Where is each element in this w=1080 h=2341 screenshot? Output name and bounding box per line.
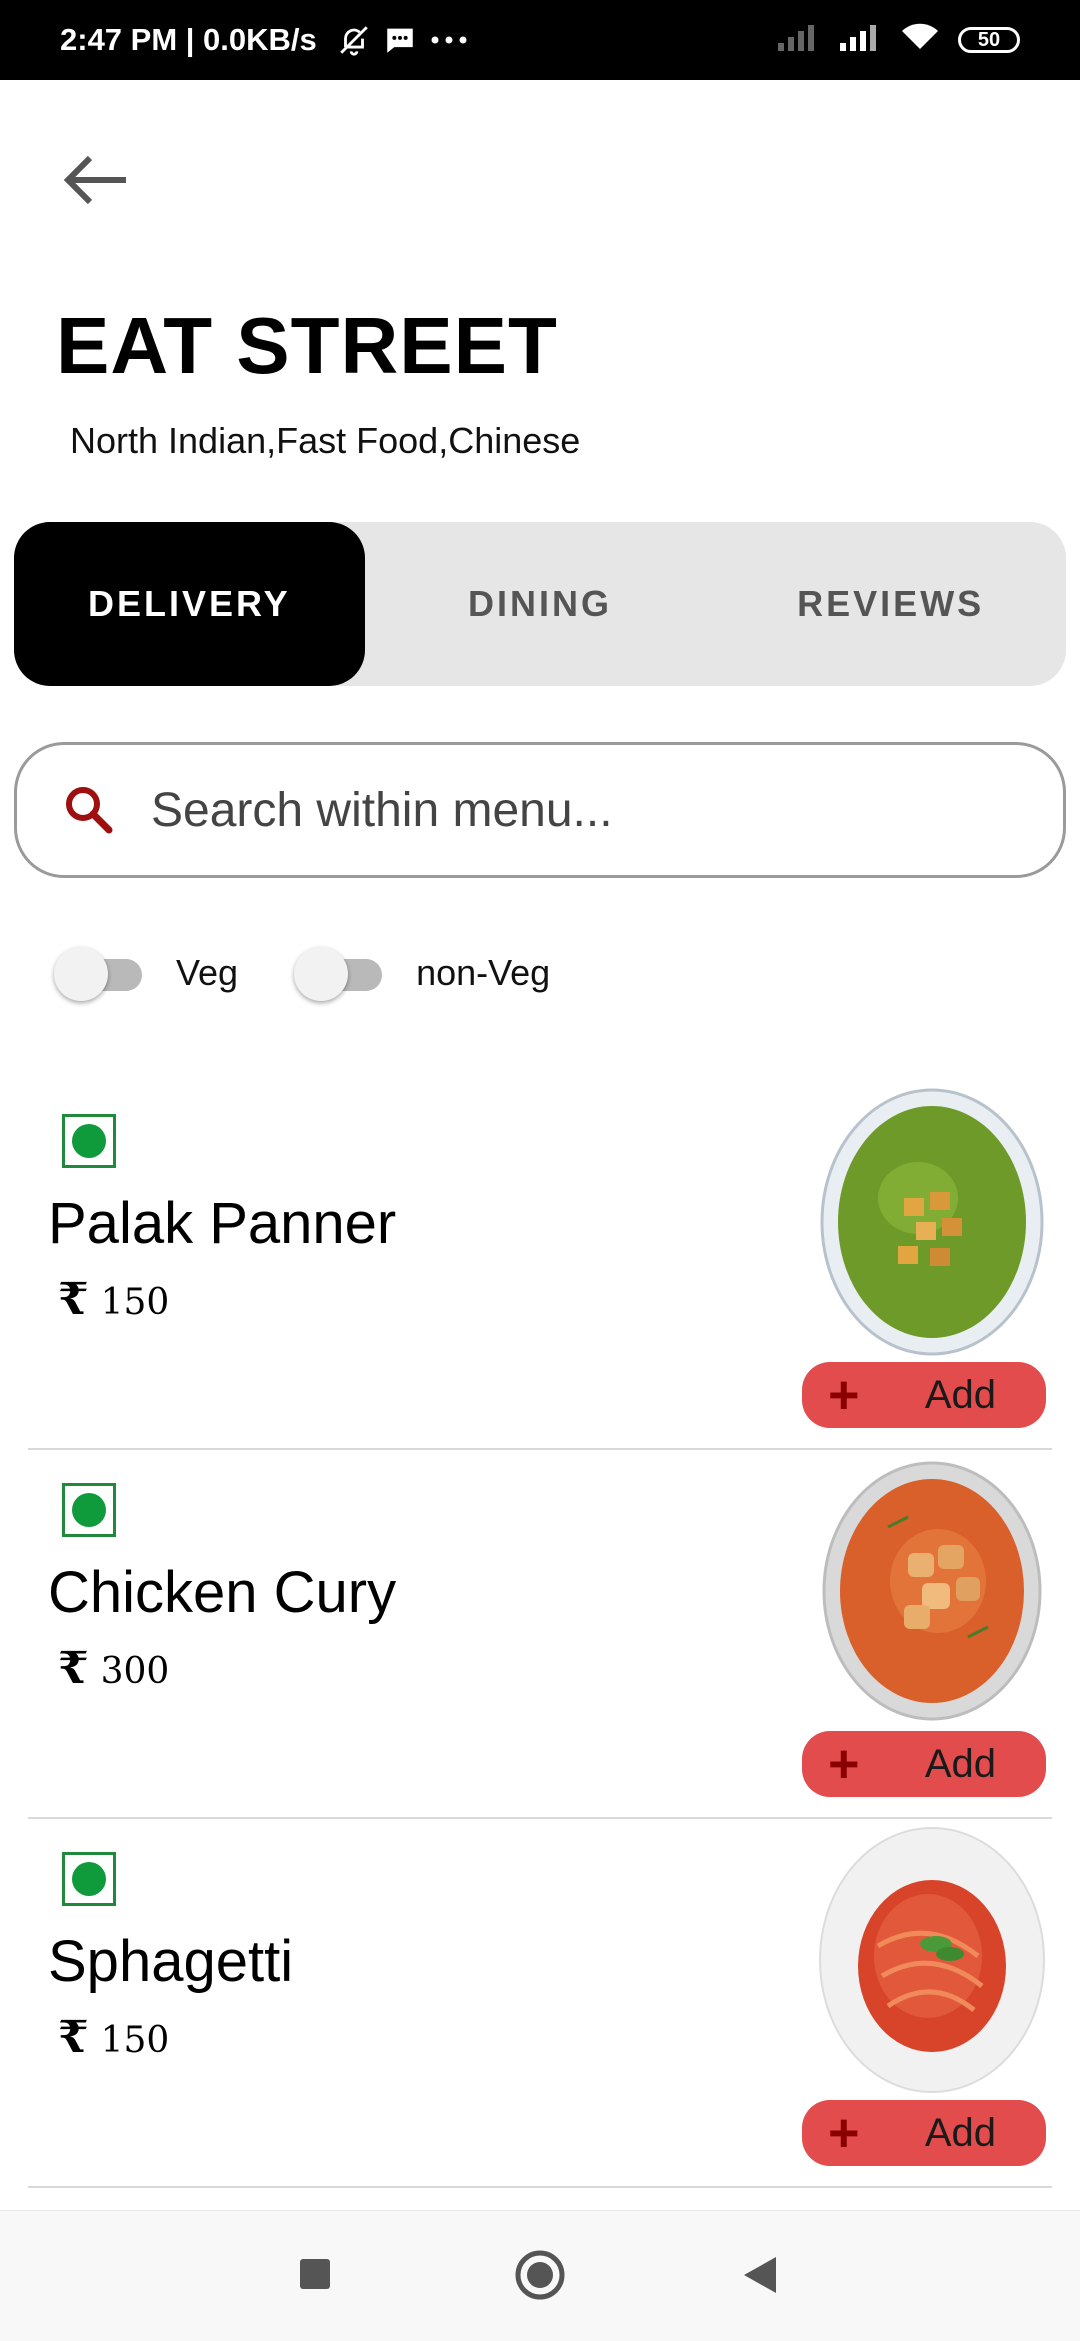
wifi-icon [900,21,940,59]
palak-paneer-image [820,1088,1044,1356]
plus-icon: + [828,2103,860,2163]
menu-item: Palak Panner ₹150 + Add [0,1088,1080,1482]
item-name: Palak Panner [48,1191,397,1256]
tab-dining[interactable]: DINING [365,522,716,686]
veg-indicator-icon [62,1852,116,1906]
add-button[interactable]: + Add [802,1731,1046,1797]
battery-level: 50 [977,28,1001,51]
add-button[interactable]: + Add [802,1362,1046,1428]
veg-label: Veg [176,952,239,993]
add-button-label: Add [924,2110,996,2155]
diet-filters: Veg non-Veg [54,945,606,1001]
arrow-left-icon [63,155,126,205]
signal-icon [838,21,882,59]
add-button-label: Add [924,1741,996,1786]
veg-toggle[interactable] [54,945,144,1001]
tab-delivery[interactable]: DELIVERY [14,522,365,686]
item-price-value: 300 [100,1651,170,1692]
non-veg-label: non-Veg [416,952,551,993]
divider [28,1817,1052,1819]
status-time: 2:47 PM | 0.0KB/s [60,22,317,57]
veg-filter: Veg [54,945,238,1001]
add-button-label: Add [924,1372,996,1417]
item-price-value: 150 [100,1282,170,1323]
veg-indicator-icon [62,1483,116,1537]
rupee-symbol: ₹ [58,1274,89,1325]
recents-square-icon[interactable] [298,2257,332,2296]
non-veg-toggle[interactable] [294,945,384,1001]
item-price-value: 150 [100,2020,170,2061]
veg-indicator-icon [62,1114,116,1168]
battery-icon: 50 [958,27,1020,53]
chicken-curry-image [822,1461,1042,1721]
spaghetti-image [819,1827,1045,2093]
rupee-symbol: ₹ [58,2012,89,2063]
item-name: Sphagetti [48,1929,294,1994]
divider [28,1448,1052,1450]
rupee-symbol: ₹ [58,1643,89,1694]
back-button[interactable] [62,150,132,210]
more-dots-icon [429,34,469,46]
plus-icon: + [828,1365,860,1425]
item-price: ₹150 [58,1274,169,1325]
divider [28,2186,1052,2188]
non-veg-filter: non-Veg [294,945,550,1001]
search-icon [66,787,113,834]
restaurant-title: EAT STREET [56,301,558,390]
item-price: ₹300 [58,1643,169,1694]
home-circle-icon[interactable] [514,2249,566,2306]
menu-item: Sphagetti ₹150 + Add [0,1827,1080,2220]
status-bar: 2:47 PM | 0.0KB/s 50 [0,0,1080,80]
back-triangle-icon[interactable] [742,2255,778,2300]
add-button[interactable]: + Add [802,2100,1046,2166]
toggle-knob [54,947,108,1001]
search-bar[interactable] [14,742,1066,878]
tab-bar: DELIVERY DINING REVIEWS [14,522,1066,686]
message-icon [383,23,417,57]
signal-icon [776,21,820,59]
bell-off-icon [337,23,371,57]
tab-reviews[interactable]: REVIEWS [715,522,1066,686]
search-input[interactable] [149,781,973,839]
item-name: Chicken Cury [48,1560,397,1625]
toggle-knob [294,947,349,1001]
plus-icon: + [828,1734,860,1794]
system-nav-bar [0,2210,1080,2341]
cuisine-subtitle: North Indian,Fast Food,Chinese [70,420,581,461]
menu-item: Chicken Cury ₹300 + Add [0,1461,1080,1851]
item-price: ₹150 [58,2012,169,2063]
